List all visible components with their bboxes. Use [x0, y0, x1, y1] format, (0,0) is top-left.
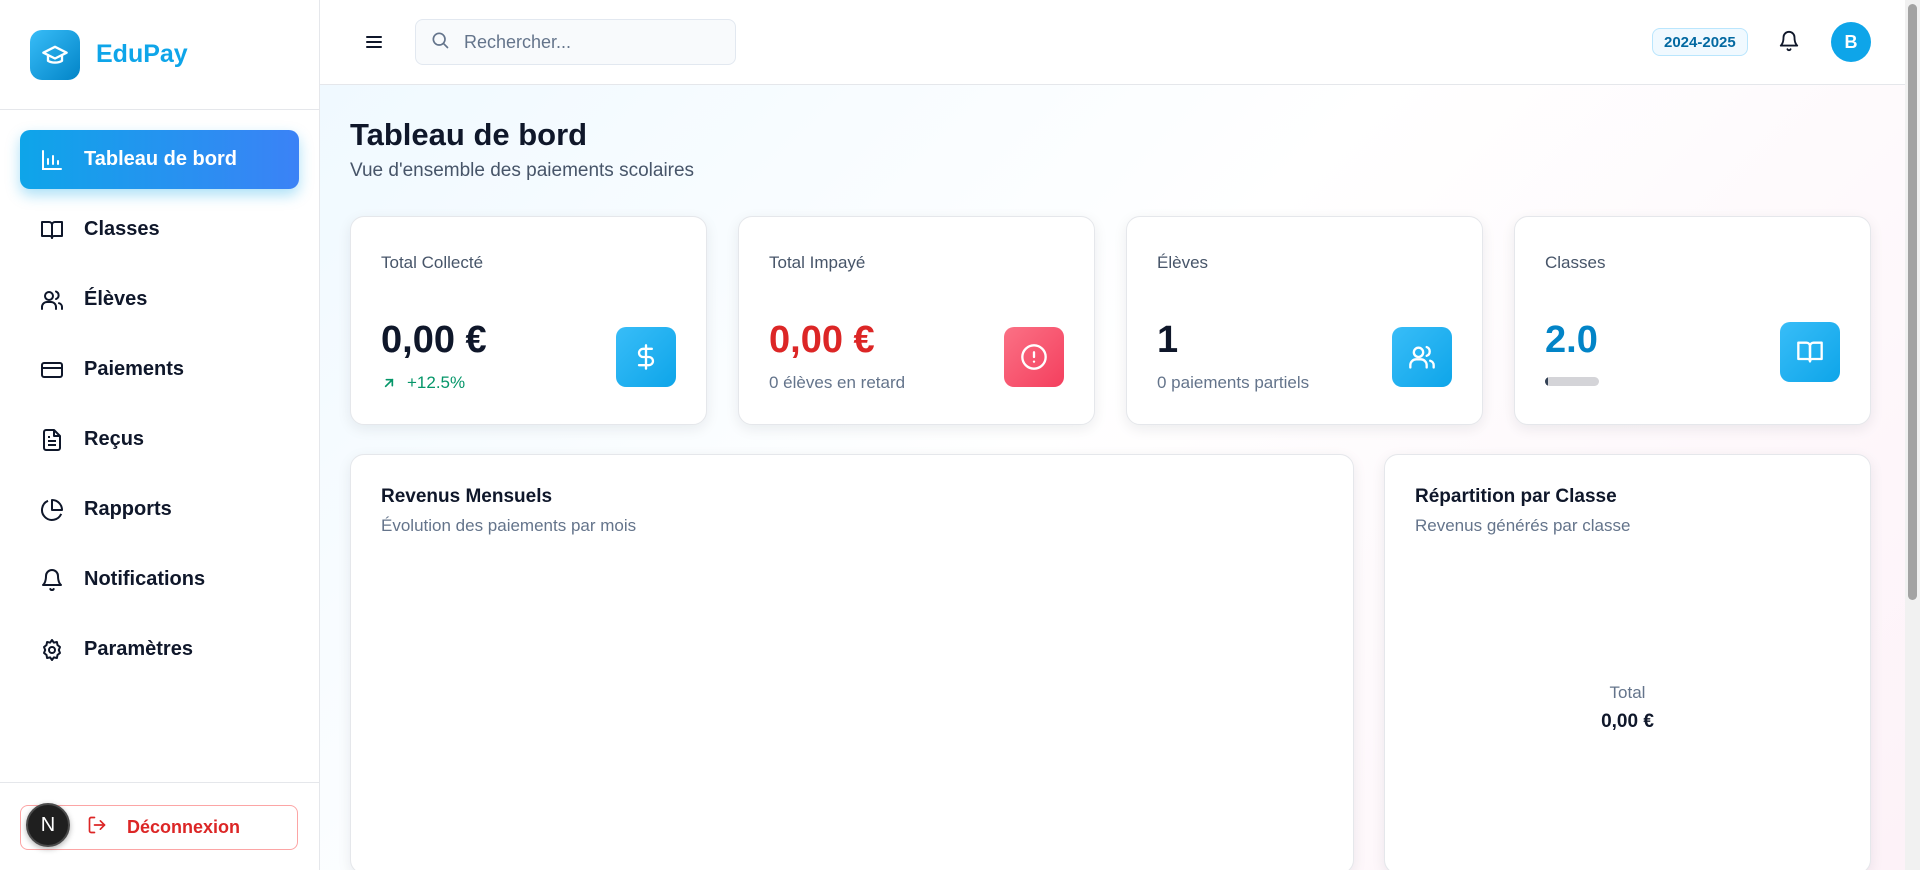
stat-card-total-collecte: Total Collecté 0,00 € +12.5% — [350, 216, 707, 425]
pie-chart-icon — [40, 498, 64, 522]
search-box — [415, 19, 736, 65]
avatar[interactable]: B — [1831, 22, 1871, 62]
sidebar-item-recus[interactable]: Reçus — [20, 410, 299, 469]
bar-chart-icon — [40, 148, 64, 172]
book-open-icon — [40, 218, 64, 242]
sidebar-item-label: Élèves — [84, 288, 148, 310]
classes-progress-bar — [1545, 377, 1599, 386]
sidebar-item-rapports[interactable]: Rapports — [20, 480, 299, 539]
sidebar-item-label: Paiements — [84, 358, 185, 380]
page-title: Tableau de bord — [350, 117, 588, 152]
school-year-badge[interactable]: 2024-2025 — [1652, 28, 1748, 56]
dev-tools-badge[interactable]: N — [26, 803, 70, 847]
stat-card-classes: Classes 2.0 — [1514, 216, 1871, 425]
top-header: 2024-2025 B — [320, 0, 1905, 85]
users-icon — [40, 288, 64, 312]
stat-trend-value: +12.5% — [407, 373, 466, 392]
sidebar-item-label: Rapports — [84, 498, 172, 520]
stat-value: 0,00 € — [381, 319, 487, 361]
menu-icon[interactable] — [362, 30, 386, 54]
sidebar-footer: Déconnexion N — [0, 782, 320, 870]
chart-subtitle: Revenus générés par classe — [1415, 516, 1631, 535]
sidebar-item-label: Reçus — [84, 428, 145, 450]
stat-trend: +12.5% — [381, 373, 465, 393]
scroll-thumb[interactable] — [1908, 4, 1917, 600]
stat-card-total-impaye: Total Impayé 0,00 € 0 élèves en retard — [738, 216, 1095, 425]
brand: EduPay — [0, 0, 319, 110]
chart-subtitle: Évolution des paiements par mois — [381, 516, 637, 535]
graduation-cap-icon — [30, 29, 80, 80]
logout-icon — [87, 815, 107, 840]
page-subtitle: Vue d'ensemble des paiements scolaires — [350, 160, 695, 181]
donut-total-label: Total — [1609, 683, 1646, 702]
main-content: Tableau de bord Vue d'ensemble des paiem… — [320, 85, 1905, 870]
dollar-icon — [616, 327, 676, 387]
alert-circle-icon — [1004, 327, 1064, 387]
sidebar-item-label: Paramètres — [84, 638, 193, 660]
trend-up-icon — [384, 378, 394, 388]
file-text-icon — [40, 428, 64, 452]
sidebar-item-label: Notifications — [84, 568, 206, 590]
stat-label: Élèves — [1157, 253, 1209, 272]
scrollbar[interactable] — [1905, 0, 1920, 870]
sidebar-item-tableau-de-bord[interactable]: Tableau de bord — [20, 130, 299, 189]
sidebar-item-label: Tableau de bord — [84, 148, 237, 170]
search-input[interactable] — [464, 31, 704, 53]
users-icon — [1392, 327, 1452, 387]
sidebar-nav: Tableau de bord Classes Élèves Paiements… — [0, 110, 319, 679]
chart-title: Revenus Mensuels — [381, 486, 553, 507]
stat-sub: 0 élèves en retard — [769, 373, 906, 392]
sidebar-item-classes[interactable]: Classes — [20, 200, 299, 259]
brand-name: EduPay — [96, 40, 188, 68]
credit-card-icon — [40, 358, 64, 382]
sidebar-item-paiements[interactable]: Paiements — [20, 340, 299, 399]
bell-icon[interactable] — [1778, 30, 1802, 54]
stat-value: 0,00 € — [769, 319, 875, 361]
gear-icon — [40, 638, 64, 662]
sidebar-item-label: Classes — [84, 218, 160, 240]
stat-sub: 0 paiements partiels — [1157, 373, 1310, 392]
progress-fill — [1545, 377, 1548, 386]
sidebar-item-eleves[interactable]: Élèves — [20, 270, 299, 329]
stat-value: 2.0 — [1545, 319, 1598, 361]
stat-label: Total Collecté — [381, 253, 484, 272]
monthly-revenue-card: Revenus Mensuels Évolution des paiements… — [350, 454, 1354, 870]
stat-label: Total Impayé — [769, 253, 866, 272]
chart-title: Répartition par Classe — [1415, 486, 1617, 507]
bell-icon — [40, 568, 64, 592]
stat-label: Classes — [1545, 253, 1606, 272]
logout-label: Déconnexion — [127, 817, 241, 837]
search-icon — [430, 30, 450, 55]
sidebar: EduPay Tableau de bord Classes Élèves Pa… — [0, 0, 320, 870]
donut-total-value: 0,00 € — [1601, 711, 1654, 732]
stat-value: 1 — [1157, 319, 1179, 361]
book-open-icon — [1780, 322, 1840, 382]
stat-card-eleves: Élèves 1 0 paiements partiels — [1126, 216, 1483, 425]
sidebar-item-notifications[interactable]: Notifications — [20, 550, 299, 609]
sidebar-item-parametres[interactable]: Paramètres — [20, 620, 299, 679]
class-distribution-card: Répartition par Classe Revenus générés p… — [1384, 454, 1871, 870]
